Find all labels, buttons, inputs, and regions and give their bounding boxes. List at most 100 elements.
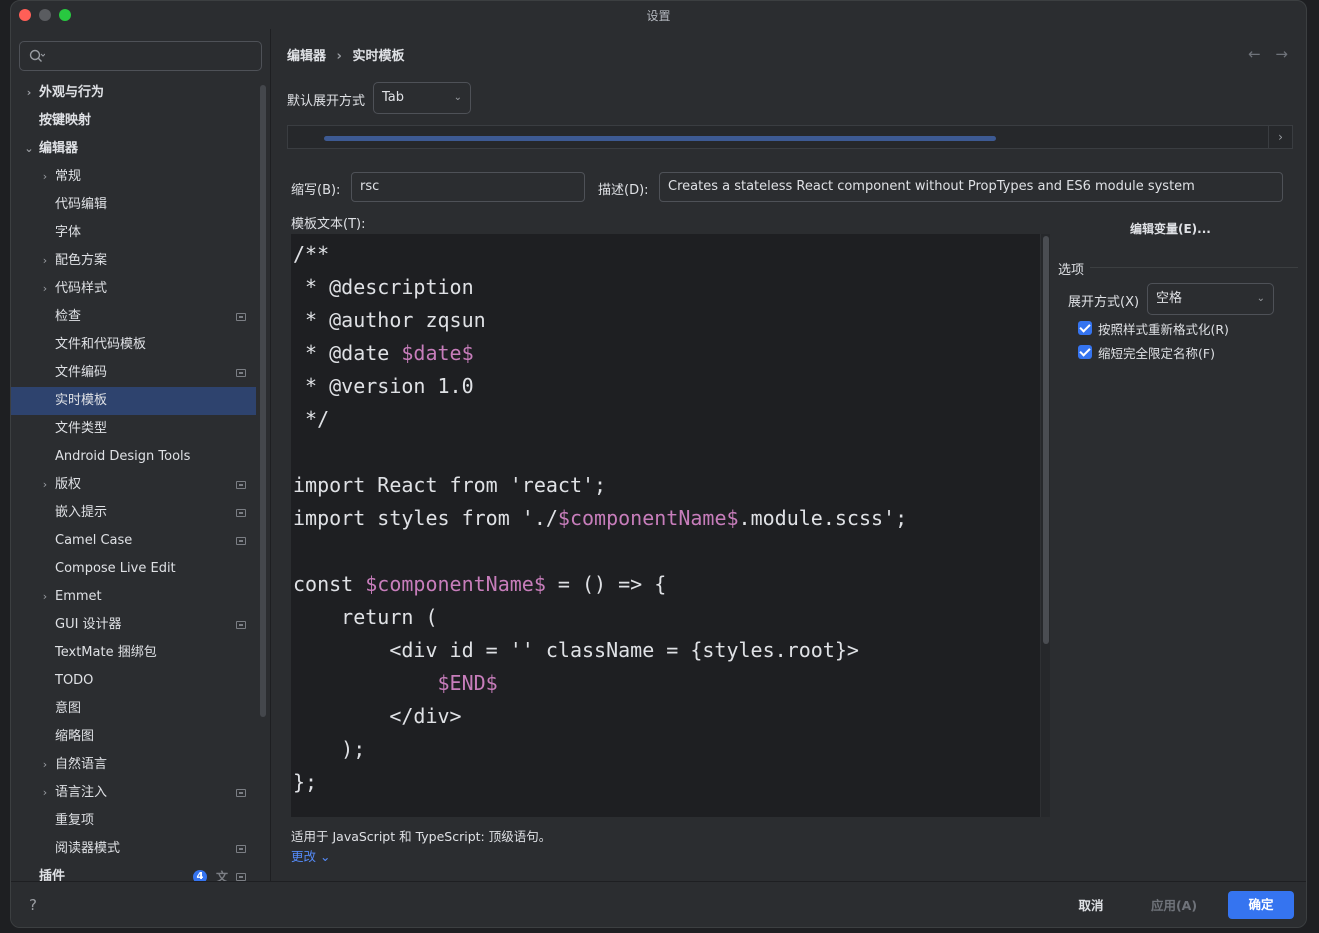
sidebar-item[interactable]: 检查 [11,303,256,331]
sidebar-item[interactable]: › Emmet [11,583,256,611]
shorten-fq-names-checkbox[interactable] [1078,345,1092,359]
sidebar-item[interactable]: Android Design Tools [11,443,256,471]
sidebar-item[interactable]: GUI 设计器 [11,611,256,639]
chevron-right-icon[interactable]: › [39,779,51,807]
apply-button[interactable]: 应用(A) [1141,892,1207,920]
chevron-right-icon[interactable]: › [39,163,51,191]
sidebar-item[interactable]: › 配色方案 [11,247,256,275]
chevron-right-icon[interactable]: › [39,275,51,303]
sidebar-item[interactable]: 实时模板 [11,387,256,415]
sidebar-item[interactable]: › 版权 [11,471,256,499]
expand-with-select[interactable]: 空格 ⌄ [1147,283,1274,315]
expand-with-value: 空格 [1156,291,1183,306]
project-scope-icon [236,313,246,321]
forward-arrow-icon[interactable]: → [1275,45,1288,63]
sidebar-item[interactable]: › 外观与行为 [11,79,256,107]
sidebar-item[interactable]: 插件 4 文 [11,863,256,881]
sidebar-item[interactable]: › 语言注入 [11,779,256,807]
cancel-button[interactable]: 取消 [1063,892,1119,920]
ok-button[interactable]: 确定 [1228,891,1294,919]
sidebar-item[interactable]: › 代码样式 [11,275,256,303]
code-line: /** [293,238,907,271]
sidebar-item[interactable]: 代码编辑 [11,191,256,219]
code-text: }; [293,770,318,794]
template-variable: $END$ [437,671,498,695]
sidebar-item[interactable]: › 自然语言 [11,751,256,779]
sidebar-item[interactable]: 文件编码 [11,359,256,387]
sidebar-item-label: 字体 [55,225,82,240]
expand-with-label: 展开方式(X) [1068,295,1140,310]
sidebar-scrollbar[interactable] [260,85,266,717]
settings-dialog: 设置 › 外观与行为 按键映射 ⌄ 编辑器 › 常规 代码编辑 字体 › 配色方案 › 代码样式 检查 文件… [10,0,1307,928]
template-variable: $componentName$ [557,506,739,530]
settings-search-input[interactable] [19,41,262,71]
sidebar-item[interactable]: TextMate 捆绑包 [11,639,256,667]
sidebar-item-label: 代码编辑 [55,197,108,212]
editor-scrollbar-thumb[interactable] [1043,236,1049,644]
sidebar-item-label: Emmet [55,589,102,604]
template-code: /** * @description * @author zqsun * @da… [293,238,907,799]
sidebar-item-label: 嵌入提示 [55,505,108,520]
sidebar-item-label: 意图 [55,701,82,716]
code-text: * @version 1.0 [293,374,474,398]
sidebar-item[interactable]: 按键映射 [11,107,256,135]
window-title: 设置 [646,9,671,23]
abbreviation-input[interactable]: rsc [351,172,585,202]
sidebar-item[interactable]: 嵌入提示 [11,499,256,527]
chevron-right-icon[interactable]: › [23,79,35,107]
project-scope-icon [236,369,246,377]
template-groups-scrollbar[interactable] [324,136,996,141]
chevron-right-icon[interactable]: › [39,583,51,611]
sidebar-item-label: 重复项 [55,813,95,828]
sidebar-item[interactable]: › 常规 [11,163,256,191]
editor-scrollbar[interactable] [1040,234,1050,817]
sidebar-item-label: 常规 [55,169,82,184]
code-text: * @date [293,341,402,365]
chevron-right-icon[interactable]: › [1268,126,1292,148]
sidebar-item[interactable]: 阅读器模式 [11,835,256,863]
options-divider [1090,267,1298,268]
sidebar-item[interactable]: TODO [11,667,256,695]
code-line: import styles from './$componentName$.mo… [293,502,907,535]
edit-variables-button[interactable]: 编辑变量(E)... [1130,220,1211,237]
chevron-down-icon[interactable]: ⌄ [23,135,35,163]
description-input[interactable]: Creates a stateless React component with… [659,172,1283,202]
sidebar-item[interactable]: 缩略图 [11,723,256,751]
title-bar: 设置 [11,1,1306,29]
sidebar-item-label: 配色方案 [55,253,108,268]
code-line: * @author zqsun [293,304,907,337]
sidebar-item[interactable]: ⌄ 编辑器 [11,135,256,163]
breadcrumb-parent[interactable]: 编辑器 [287,49,326,64]
shorten-fq-names-label[interactable]: 缩短完全限定名称(F) [1098,343,1215,362]
code-line: }; [293,766,907,799]
chevron-right-icon[interactable]: › [39,247,51,275]
reformat-checkbox[interactable] [1078,321,1092,335]
sidebar-item[interactable]: 意图 [11,695,256,723]
sidebar-item[interactable]: Camel Case [11,527,256,555]
sidebar-item-label: 实时模板 [55,393,108,408]
project-scope-icon [236,873,246,881]
default-expand-select[interactable]: Tab ⌄ [373,82,471,114]
sidebar-item-label: 阅读器模式 [55,841,121,856]
back-arrow-icon[interactable]: ← [1248,45,1261,63]
sidebar-item[interactable]: 文件类型 [11,415,256,443]
reformat-label[interactable]: 按照样式重新格式化(R) [1098,319,1229,338]
code-text: * @author zqsun [293,308,486,332]
template-text-editor[interactable]: /** * @description * @author zqsun * @da… [291,234,1040,817]
chevron-down-icon: ⌄ [453,92,462,103]
sidebar-item[interactable]: 文件和代码模板 [11,331,256,359]
change-contexts-link[interactable]: 更改 ⌄ [291,846,330,865]
sidebar-item[interactable]: 字体 [11,219,256,247]
sidebar-item-label: 语言注入 [55,785,108,800]
settings-sidebar: › 外观与行为 按键映射 ⌄ 编辑器 › 常规 代码编辑 字体 › 配色方案 › 代码样式 检查 文件和代码… [11,29,271,881]
applicable-contexts-text: 适用于 JavaScript 和 TypeScript: 顶级语句。 [291,829,552,844]
sidebar-item[interactable]: Compose Live Edit [11,555,256,583]
code-text: <div id = '' className = {styles.root}> [293,638,859,662]
chevron-right-icon[interactable]: › [39,751,51,779]
sidebar-item[interactable]: 重复项 [11,807,256,835]
help-icon[interactable]: ? [29,896,37,914]
code-line: $END$ [293,667,907,700]
chevron-right-icon[interactable]: › [39,471,51,499]
